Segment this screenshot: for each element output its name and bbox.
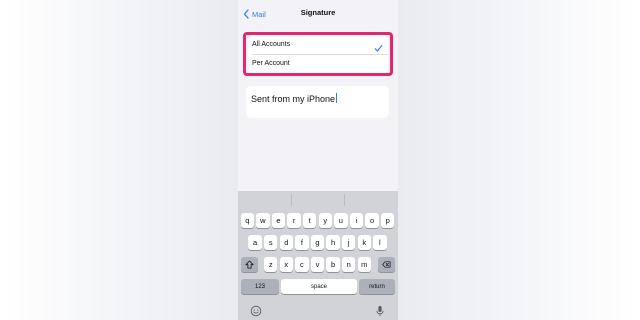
microphone-icon[interactable] [374, 304, 386, 316]
delete-key[interactable] [378, 257, 395, 272]
option-all-accounts[interactable]: All Accounts [248, 36, 388, 55]
shift-icon [245, 260, 254, 269]
emoji-icon[interactable] [250, 304, 262, 317]
key-z[interactable]: z [263, 257, 278, 272]
key-x[interactable]: x [279, 257, 294, 272]
key-i[interactable]: i [349, 213, 364, 228]
key-c[interactable]: c [295, 257, 309, 272]
option-label: Per Account [252, 60, 290, 67]
text-caret [336, 93, 338, 103]
key-f[interactable]: f [295, 235, 309, 250]
key-n[interactable]: n [341, 257, 356, 272]
key-d[interactable]: d [279, 235, 294, 250]
key-r[interactable]: r [287, 213, 301, 228]
key-s[interactable]: s [263, 235, 278, 250]
signature-scope-options: All Accounts Per Account [248, 36, 388, 73]
option-label: All Accounts [252, 41, 291, 48]
suggestion-divider [291, 194, 292, 206]
shift-key[interactable] [241, 257, 258, 272]
key-p[interactable]: p [380, 213, 395, 228]
navigation-bar: Mail Signature [238, 0, 398, 26]
background-left [0, 0, 238, 320]
background-right [398, 0, 640, 320]
key-t[interactable]: t [302, 213, 317, 228]
page-title: Signature [300, 8, 336, 17]
suggestion-bar [238, 191, 398, 209]
phone-screen: Mail Signature All Accounts Per Account … [238, 0, 398, 320]
key-w[interactable]: w [256, 213, 270, 228]
key-g[interactable]: g [310, 235, 325, 250]
key-h[interactable]: h [326, 235, 340, 250]
key-y[interactable]: y [318, 213, 333, 228]
numbers-key[interactable]: 123 [241, 279, 279, 294]
key-u[interactable]: u [334, 213, 348, 228]
suggestion-divider [344, 194, 345, 206]
key-q[interactable]: q [240, 213, 255, 228]
signature-text-field[interactable]: Sent from my iPhone [246, 86, 389, 118]
key-k[interactable]: k [357, 235, 372, 250]
key-b[interactable]: b [326, 257, 340, 272]
key-l[interactable]: l [373, 235, 387, 250]
key-o[interactable]: o [365, 213, 379, 228]
key-e[interactable]: e [271, 213, 286, 228]
keyboard: qwertyuiop asdfghjkl zxcvbnm 123 space ret… [238, 191, 398, 320]
delete-icon [382, 260, 391, 269]
checkmark-icon [374, 40, 383, 52]
option-per-account[interactable]: Per Account [248, 55, 388, 73]
key-a[interactable]: a [248, 235, 262, 250]
space-key[interactable]: space [281, 279, 357, 294]
key-m[interactable]: m [357, 257, 372, 272]
key-v[interactable]: v [310, 257, 325, 272]
signature-text: Sent from my iPhone [251, 93, 338, 104]
key-j[interactable]: j [341, 235, 356, 250]
return-key[interactable]: return [359, 279, 395, 294]
